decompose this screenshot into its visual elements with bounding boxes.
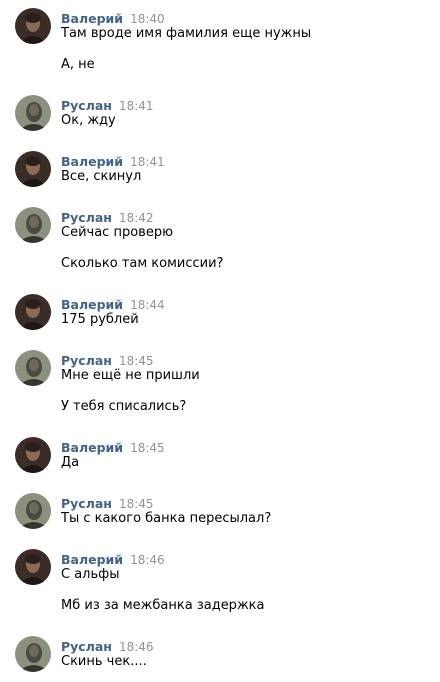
message-header: Валерий 18:40 — [61, 8, 165, 26]
message-text: Да — [61, 455, 80, 470]
author-name[interactable]: Валерий — [61, 440, 123, 455]
ruslan-avatar[interactable] — [15, 350, 51, 386]
author-name[interactable]: Валерий — [61, 297, 123, 312]
message-time[interactable]: 18:42 — [119, 211, 154, 225]
ruslan-avatar[interactable] — [15, 636, 51, 672]
valery-avatar[interactable] — [15, 294, 51, 330]
message-time[interactable]: 18:40 — [130, 12, 165, 26]
message-time[interactable]: 18:41 — [130, 155, 165, 169]
author-name[interactable]: Валерий — [61, 552, 123, 567]
message-header: Валерий 18:41 — [61, 151, 165, 169]
message-time[interactable]: 18:45 — [119, 497, 154, 511]
message-header: Руслан 18:45 — [61, 350, 154, 368]
message-header: Руслан 18:46 — [61, 636, 154, 654]
message-header: Валерий 18:46 — [61, 549, 165, 567]
message-text: Мб из за межбанка задержка — [61, 598, 265, 613]
ruslan-avatar[interactable] — [15, 493, 51, 529]
valery-avatar[interactable] — [15, 8, 51, 44]
message-time[interactable]: 18:46 — [130, 553, 165, 567]
ruslan-avatar[interactable] — [15, 207, 51, 243]
message-text: У тебя списались? — [61, 399, 187, 414]
message-header: Руслан 18:42 — [61, 207, 154, 225]
valery-avatar[interactable] — [15, 549, 51, 585]
author-name[interactable]: Руслан — [61, 496, 112, 511]
message-text: Все, скинул — [61, 169, 142, 184]
message-text: Там вроде имя фамилия еще нужны — [61, 26, 312, 41]
message-header: Руслан 18:45 — [61, 493, 154, 511]
author-name[interactable]: Валерий — [61, 154, 123, 169]
message-header: Руслан 18:41 — [61, 95, 154, 113]
message-time[interactable]: 18:45 — [119, 354, 154, 368]
message-time[interactable]: 18:44 — [130, 298, 165, 312]
message-header: Валерий 18:44 — [61, 294, 165, 312]
message-text: Скинь чек.... — [61, 654, 147, 669]
message-text: Ок, жду — [61, 113, 116, 128]
author-name[interactable]: Руслан — [61, 639, 112, 654]
author-name[interactable]: Валерий — [61, 11, 123, 26]
message-text: А, не — [61, 57, 95, 72]
valery-avatar[interactable] — [15, 151, 51, 187]
author-name[interactable]: Руслан — [61, 353, 112, 368]
message-text: Ты с какого банка пересылал? — [61, 511, 272, 526]
message-time[interactable]: 18:41 — [119, 99, 154, 113]
author-name[interactable]: Руслан — [61, 210, 112, 225]
message-header: Валерий 18:45 — [61, 437, 165, 455]
message-text: 175 рублей — [61, 312, 139, 327]
ruslan-avatar[interactable] — [15, 95, 51, 131]
message-text: С альфы — [61, 567, 120, 582]
message-text: Сейчас проверю — [61, 225, 174, 240]
message-time[interactable]: 18:45 — [130, 441, 165, 455]
message-time[interactable]: 18:46 — [119, 640, 154, 654]
valery-avatar[interactable] — [15, 437, 51, 473]
message-text: Мне ещё не пришли — [61, 368, 200, 383]
author-name[interactable]: Руслан — [61, 98, 112, 113]
message-text: Сколько там комиссии? — [61, 256, 224, 271]
